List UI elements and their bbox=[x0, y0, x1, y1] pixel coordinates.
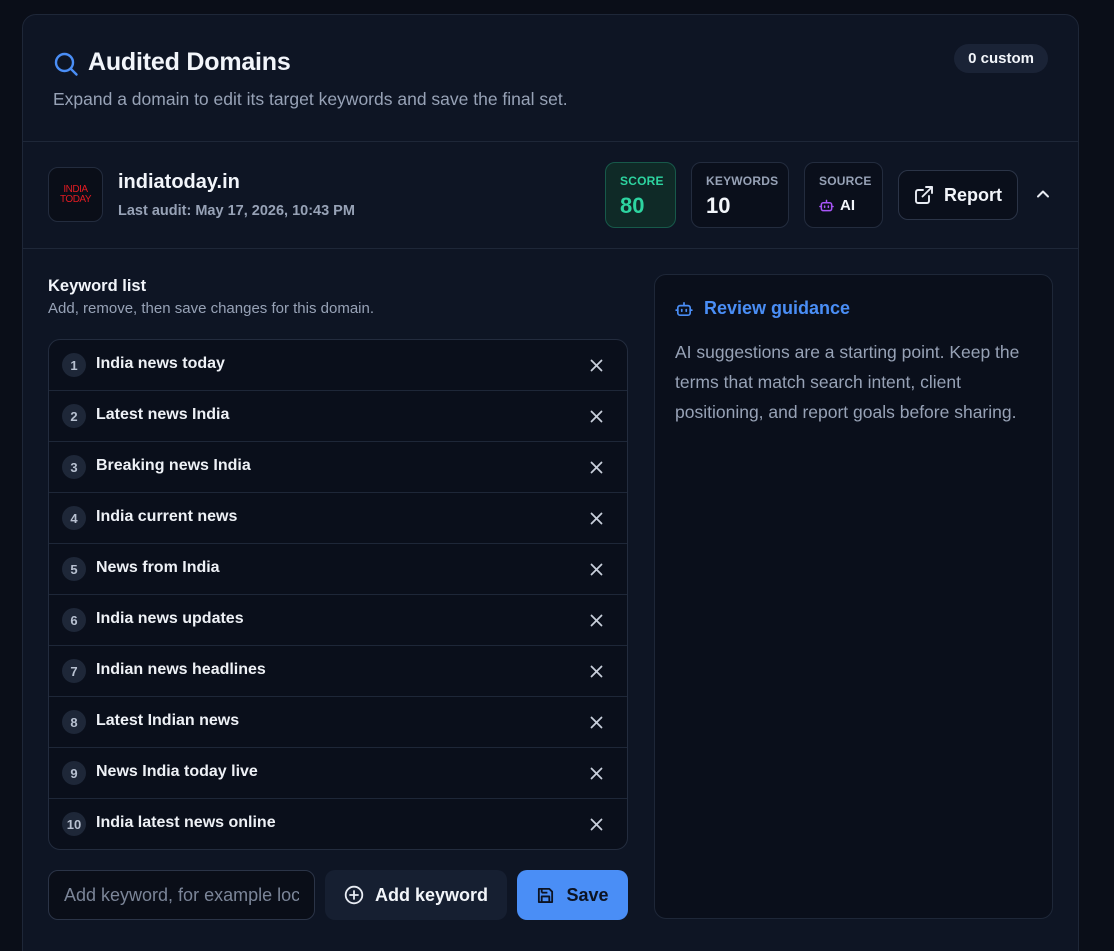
keyword-text: News from India bbox=[96, 559, 220, 576]
keyword-number: 6 bbox=[62, 608, 86, 632]
domain-name: indiatoday.in bbox=[118, 171, 240, 193]
save-label: Save bbox=[566, 884, 609, 905]
remove-keyword-icon[interactable] bbox=[589, 766, 604, 781]
page-title: Audited Domains bbox=[88, 48, 291, 76]
keyword-number: 10 bbox=[62, 812, 86, 836]
guidance-text: AI suggestions are a starting point. Kee… bbox=[675, 342, 1020, 422]
save-icon bbox=[538, 887, 554, 903]
keyword-number: 3 bbox=[62, 455, 86, 479]
remove-keyword-icon[interactable] bbox=[589, 409, 604, 424]
remove-keyword-icon[interactable] bbox=[589, 511, 604, 526]
last-audit-text: Last audit: May 17, 2026, 10:43 PM bbox=[118, 203, 355, 219]
panel-header: Audited Domains Expand a domain to edit … bbox=[23, 15, 1078, 142]
source-stat: SOURCE AI bbox=[804, 162, 883, 228]
review-guidance-card: Review guidance AI suggestions are a sta… bbox=[654, 274, 1053, 919]
add-keyword-label: Add keyword bbox=[374, 884, 489, 905]
remove-keyword-icon[interactable] bbox=[589, 358, 604, 373]
audited-domains-panel: Audited Domains Expand a domain to edit … bbox=[22, 14, 1079, 951]
keyword-number: 2 bbox=[62, 404, 86, 428]
bot-icon bbox=[819, 199, 834, 212]
external-link-icon bbox=[915, 186, 933, 204]
chevron-up-icon[interactable] bbox=[1035, 186, 1051, 202]
keyword-item: 7 Indian news headlines bbox=[49, 646, 627, 697]
keyword-text: News India today live bbox=[96, 763, 258, 780]
keyword-text: India latest news online bbox=[96, 814, 276, 831]
remove-keyword-icon[interactable] bbox=[589, 817, 604, 832]
bot-icon bbox=[675, 301, 693, 316]
keyword-item: 3 Breaking news India bbox=[49, 442, 627, 493]
keyword-item: 4 India current news bbox=[49, 493, 627, 544]
keyword-list-title: Keyword list bbox=[48, 277, 147, 295]
add-keyword-input[interactable] bbox=[48, 870, 315, 920]
remove-keyword-icon[interactable] bbox=[589, 613, 604, 628]
keyword-text: India current news bbox=[96, 508, 238, 525]
keyword-text: India news updates bbox=[96, 610, 244, 627]
report-button[interactable]: Report bbox=[898, 170, 1018, 220]
report-label: Report bbox=[944, 184, 1002, 205]
keyword-text: India news today bbox=[96, 355, 225, 372]
keyword-item: 6 India news updates bbox=[49, 595, 627, 646]
keyword-text: Breaking news India bbox=[96, 457, 251, 474]
keyword-item: 9 News India today live bbox=[49, 748, 627, 799]
plus-circle-icon bbox=[344, 885, 364, 905]
add-keyword-button[interactable]: Add keyword bbox=[325, 870, 507, 920]
page-subtitle: Expand a domain to edit its target keywo… bbox=[53, 89, 568, 109]
keyword-number: 4 bbox=[62, 506, 86, 530]
remove-keyword-icon[interactable] bbox=[589, 664, 604, 679]
custom-count-badge: 0 custom bbox=[954, 44, 1048, 73]
remove-keyword-icon[interactable] bbox=[589, 715, 604, 730]
remove-keyword-icon[interactable] bbox=[589, 460, 604, 475]
guidance-title: Review guidance bbox=[704, 298, 851, 318]
keywords-stat: KEYWORDS 10 bbox=[691, 162, 789, 228]
score-stat: SCORE 80 bbox=[605, 162, 676, 228]
keywords-value: 10 bbox=[706, 193, 731, 218]
search-icon bbox=[54, 52, 78, 76]
keyword-list-subtitle: Add, remove, then save changes for this … bbox=[48, 300, 375, 317]
source-label: SOURCE bbox=[819, 174, 872, 188]
keyword-list: 1 India news today 2 Latest news India 3 Brea… bbox=[48, 339, 628, 850]
keyword-number: 1 bbox=[62, 353, 86, 377]
keyword-number: 7 bbox=[62, 659, 86, 683]
domain-row[interactable]: INDIA TODAY indiatoday.in Last audit: Ma… bbox=[23, 142, 1078, 249]
keyword-text: Latest news India bbox=[96, 406, 230, 423]
source-value: AI bbox=[840, 197, 855, 214]
score-value: 80 bbox=[620, 193, 645, 218]
score-label: SCORE bbox=[620, 174, 664, 188]
remove-keyword-icon[interactable] bbox=[589, 562, 604, 577]
keyword-item: 5 News from India bbox=[49, 544, 627, 595]
keyword-number: 9 bbox=[62, 761, 86, 785]
keyword-item: 8 Latest Indian news bbox=[49, 697, 627, 748]
keyword-item: 1 India news today bbox=[49, 340, 627, 391]
keyword-text: Indian news headlines bbox=[96, 661, 266, 678]
keywords-label: KEYWORDS bbox=[706, 174, 779, 188]
keyword-number: 8 bbox=[62, 710, 86, 734]
domain-logo: INDIA TODAY bbox=[48, 167, 103, 222]
save-button[interactable]: Save bbox=[517, 870, 628, 920]
keyword-number: 5 bbox=[62, 557, 86, 581]
keyword-item: 2 Latest news India bbox=[49, 391, 627, 442]
keyword-item: 10 India latest news online bbox=[49, 799, 627, 849]
keyword-text: Latest Indian news bbox=[96, 712, 240, 729]
